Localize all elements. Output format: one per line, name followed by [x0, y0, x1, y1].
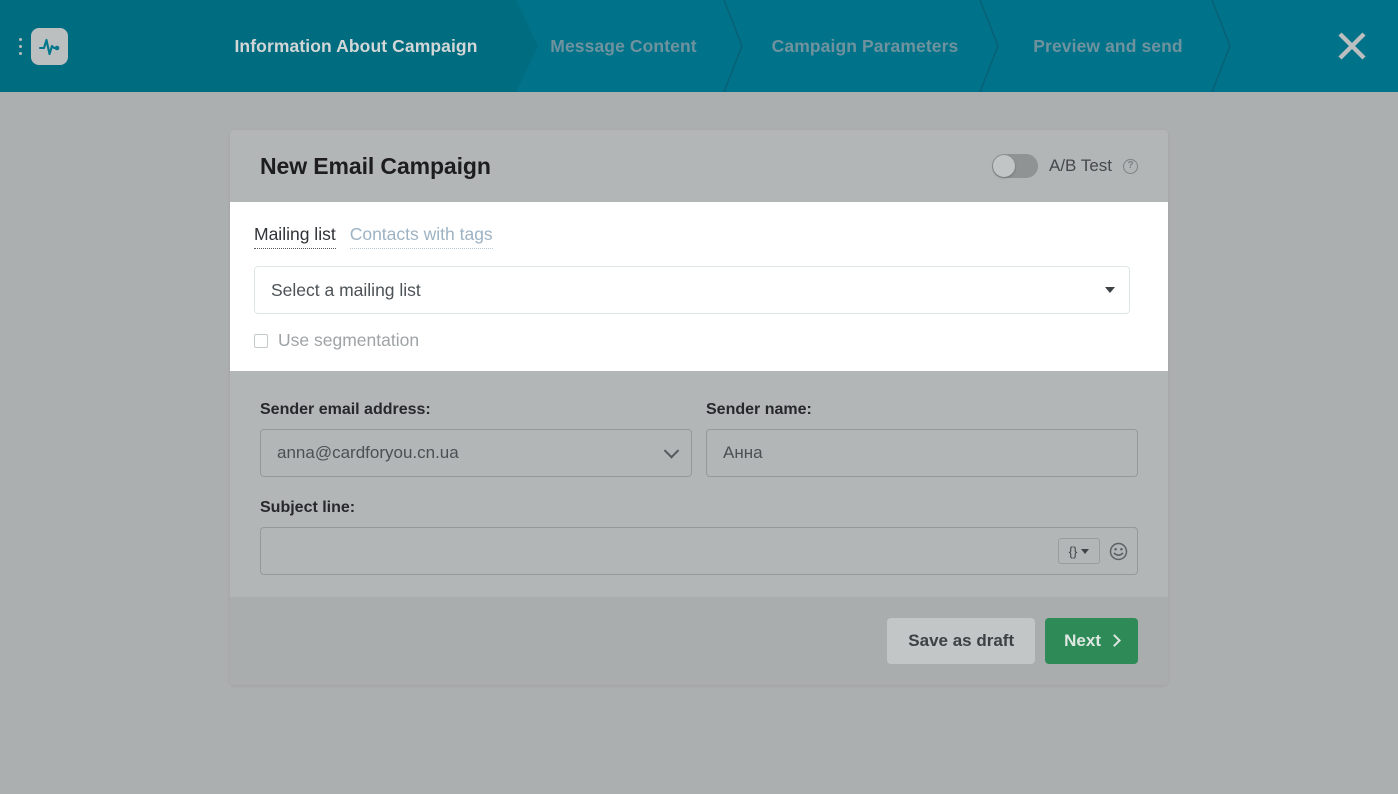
subject-line-tools: {}: [1058, 538, 1128, 564]
mailing-list-select-value: Select a mailing list: [271, 280, 421, 301]
wizard-step-information-about-campaign[interactable]: Information About Campaign: [196, 0, 516, 92]
page-body: New Email Campaign A/B Test ? Mailing li…: [0, 92, 1398, 794]
close-x-icon[interactable]: [1326, 20, 1378, 72]
sender-email-value: anna@cardforyou.cn.ua: [277, 443, 459, 463]
emoji-smiley-icon[interactable]: [1108, 541, 1128, 561]
save-as-draft-button[interactable]: Save as draft: [887, 618, 1035, 664]
subject-row: Subject line: {}: [260, 499, 1138, 575]
sender-name-label: Sender name:: [706, 401, 1138, 419]
merge-tag-icon[interactable]: {}: [1058, 538, 1100, 564]
sender-row: Sender email address: anna@cardforyou.cn…: [260, 401, 1138, 477]
tab-mailing-list[interactable]: Mailing list: [254, 224, 336, 249]
card-footer: Save as draft Next: [230, 597, 1168, 685]
pulse-wave-icon[interactable]: [31, 28, 68, 65]
sender-name-value: Анна: [723, 443, 763, 463]
sender-email-field-group: Sender email address: anna@cardforyou.cn…: [260, 401, 692, 477]
question-mark-icon[interactable]: ?: [1123, 159, 1138, 174]
wizard-step-message-content[interactable]: Message Content: [516, 0, 731, 92]
use-segmentation-label: Use segmentation: [278, 330, 419, 351]
wizard-step-campaign-parameters[interactable]: Campaign Parameters: [745, 0, 985, 92]
next-button-label: Next: [1064, 631, 1101, 651]
page-title: New Email Campaign: [260, 153, 491, 180]
next-button[interactable]: Next: [1045, 618, 1138, 664]
wizard-header: Information About Campaign Message Conte…: [0, 0, 1398, 92]
sender-email-select[interactable]: anna@cardforyou.cn.ua: [260, 429, 692, 477]
chevron-right-icon: [1108, 634, 1121, 647]
sender-email-label: Sender email address:: [260, 401, 692, 419]
toggle-knob: [993, 155, 1015, 177]
card-header: New Email Campaign A/B Test ?: [230, 130, 1168, 202]
ab-test-toggle[interactable]: [992, 154, 1038, 178]
merge-tag-glyph: {}: [1069, 544, 1078, 559]
campaign-card: New Email Campaign A/B Test ? Mailing li…: [230, 130, 1168, 685]
subject-line-label: Subject line:: [260, 499, 1138, 517]
use-segmentation-checkbox[interactable]: [254, 334, 268, 348]
sender-name-field-group: Sender name: Анна: [706, 401, 1138, 477]
wizard-step-label: Message Content: [550, 36, 696, 57]
ab-test-label: A/B Test: [1049, 156, 1112, 176]
subject-line-field-group: Subject line: {}: [260, 499, 1138, 575]
chevron-down-icon: [664, 443, 680, 459]
subject-line-input[interactable]: {}: [260, 527, 1138, 575]
wizard-step-list: Information About Campaign Message Conte…: [0, 0, 1398, 92]
caret-down-icon: [1105, 287, 1115, 293]
audience-tab-list: Mailing list Contacts with tags: [254, 224, 1144, 249]
wizard-step-preview-and-send[interactable]: Preview and send: [1000, 0, 1216, 92]
tab-contacts-with-tags[interactable]: Contacts with tags: [350, 224, 493, 249]
wizard-step-label: Preview and send: [1033, 36, 1182, 57]
use-segmentation-row: Use segmentation: [254, 330, 1144, 351]
caret-down-icon: [1081, 549, 1089, 554]
vertical-dots-icon[interactable]: [17, 38, 23, 55]
audience-panel: Mailing list Contacts with tags Select a…: [230, 202, 1168, 371]
wizard-step-label: Campaign Parameters: [772, 36, 959, 57]
ab-test-control: A/B Test ?: [992, 154, 1138, 178]
campaign-form: Sender email address: anna@cardforyou.cn…: [230, 371, 1168, 575]
wizard-step-label: Information About Campaign: [234, 36, 477, 57]
mailing-list-select[interactable]: Select a mailing list: [254, 266, 1130, 314]
brand-area: [0, 0, 196, 92]
sender-name-input[interactable]: Анна: [706, 429, 1138, 477]
